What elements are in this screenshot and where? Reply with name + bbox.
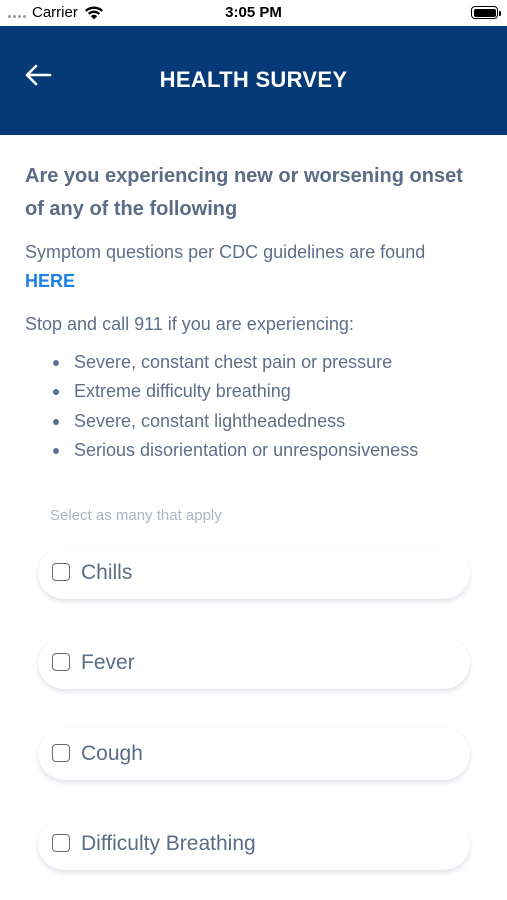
chills-checkbox[interactable] <box>52 563 70 581</box>
cdc-here-link[interactable]: HERE <box>25 267 75 296</box>
option-chills[interactable]: Chills <box>38 547 470 599</box>
option-label: Fever <box>81 651 135 674</box>
emergency-symptom-list: Severe, constant chest pain or pressure … <box>25 348 485 465</box>
page-title: HEALTH SURVEY <box>159 67 348 92</box>
screen: Carrier 3:05 PM HEALTH SURVEY Are you ex… <box>0 0 507 900</box>
cough-checkbox[interactable] <box>52 744 70 762</box>
emergency-warning: Stop and call 911 if you are experiencin… <box>25 314 354 334</box>
option-fever[interactable]: Fever <box>38 637 470 689</box>
status-bar: Carrier 3:05 PM <box>0 0 507 26</box>
status-time: 3:05 PM <box>225 4 282 21</box>
survey-question: Are you experiencing new or worsening on… <box>25 165 463 220</box>
option-label: Cough <box>81 742 143 765</box>
emergency-symptom-item: Extreme difficulty breathing <box>49 377 485 406</box>
option-difficulty-breathing[interactable]: Difficulty Breathing <box>38 818 470 870</box>
emergency-symptom-item: Severe, constant chest pain or pressure <box>49 348 485 377</box>
cdc-guidelines-label: Symptom questions per CDC guidelines are… <box>25 242 426 262</box>
survey-content: Are you experiencing new or worsening on… <box>25 160 485 465</box>
emergency-symptom-item: Serious disorientation or unresponsivene… <box>49 436 485 465</box>
fever-checkbox[interactable] <box>52 653 70 671</box>
option-label: Chills <box>81 561 133 584</box>
difficulty-breathing-checkbox[interactable] <box>52 834 70 852</box>
select-helper-text: Select as many that apply <box>50 507 222 524</box>
cdc-guidelines-text: Symptom questions per CDC guidelines are… <box>25 238 485 296</box>
emergency-symptom-item: Severe, constant lightheadedness <box>49 407 485 436</box>
app-header: HEALTH SURVEY <box>0 26 507 135</box>
battery-icon <box>471 6 501 19</box>
option-label: Difficulty Breathing <box>81 832 256 855</box>
option-cough[interactable]: Cough <box>38 728 470 780</box>
